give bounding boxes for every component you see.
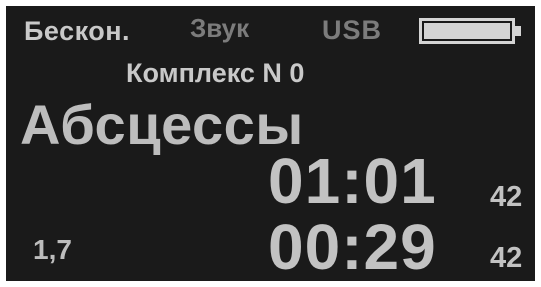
exercise-title: Абсцессы (20, 93, 304, 156)
device-screen: Бескон. Звук USB Комплекс N 0 Абсцессы 0… (6, 6, 535, 281)
ratio-value: 1,7 (33, 234, 72, 265)
main-timer: 01:01 (268, 145, 437, 217)
complex-label: Комплекс N 0 (126, 58, 305, 88)
sub-timer: 00:29 (268, 211, 437, 281)
mode-indicator: Бескон. (24, 16, 131, 46)
sound-indicator: Звук (190, 13, 250, 43)
usb-indicator: USB (322, 15, 383, 45)
sub-timer-fraction: 42 (490, 242, 523, 274)
battery-icon (419, 18, 523, 44)
main-timer-fraction: 42 (490, 181, 523, 213)
